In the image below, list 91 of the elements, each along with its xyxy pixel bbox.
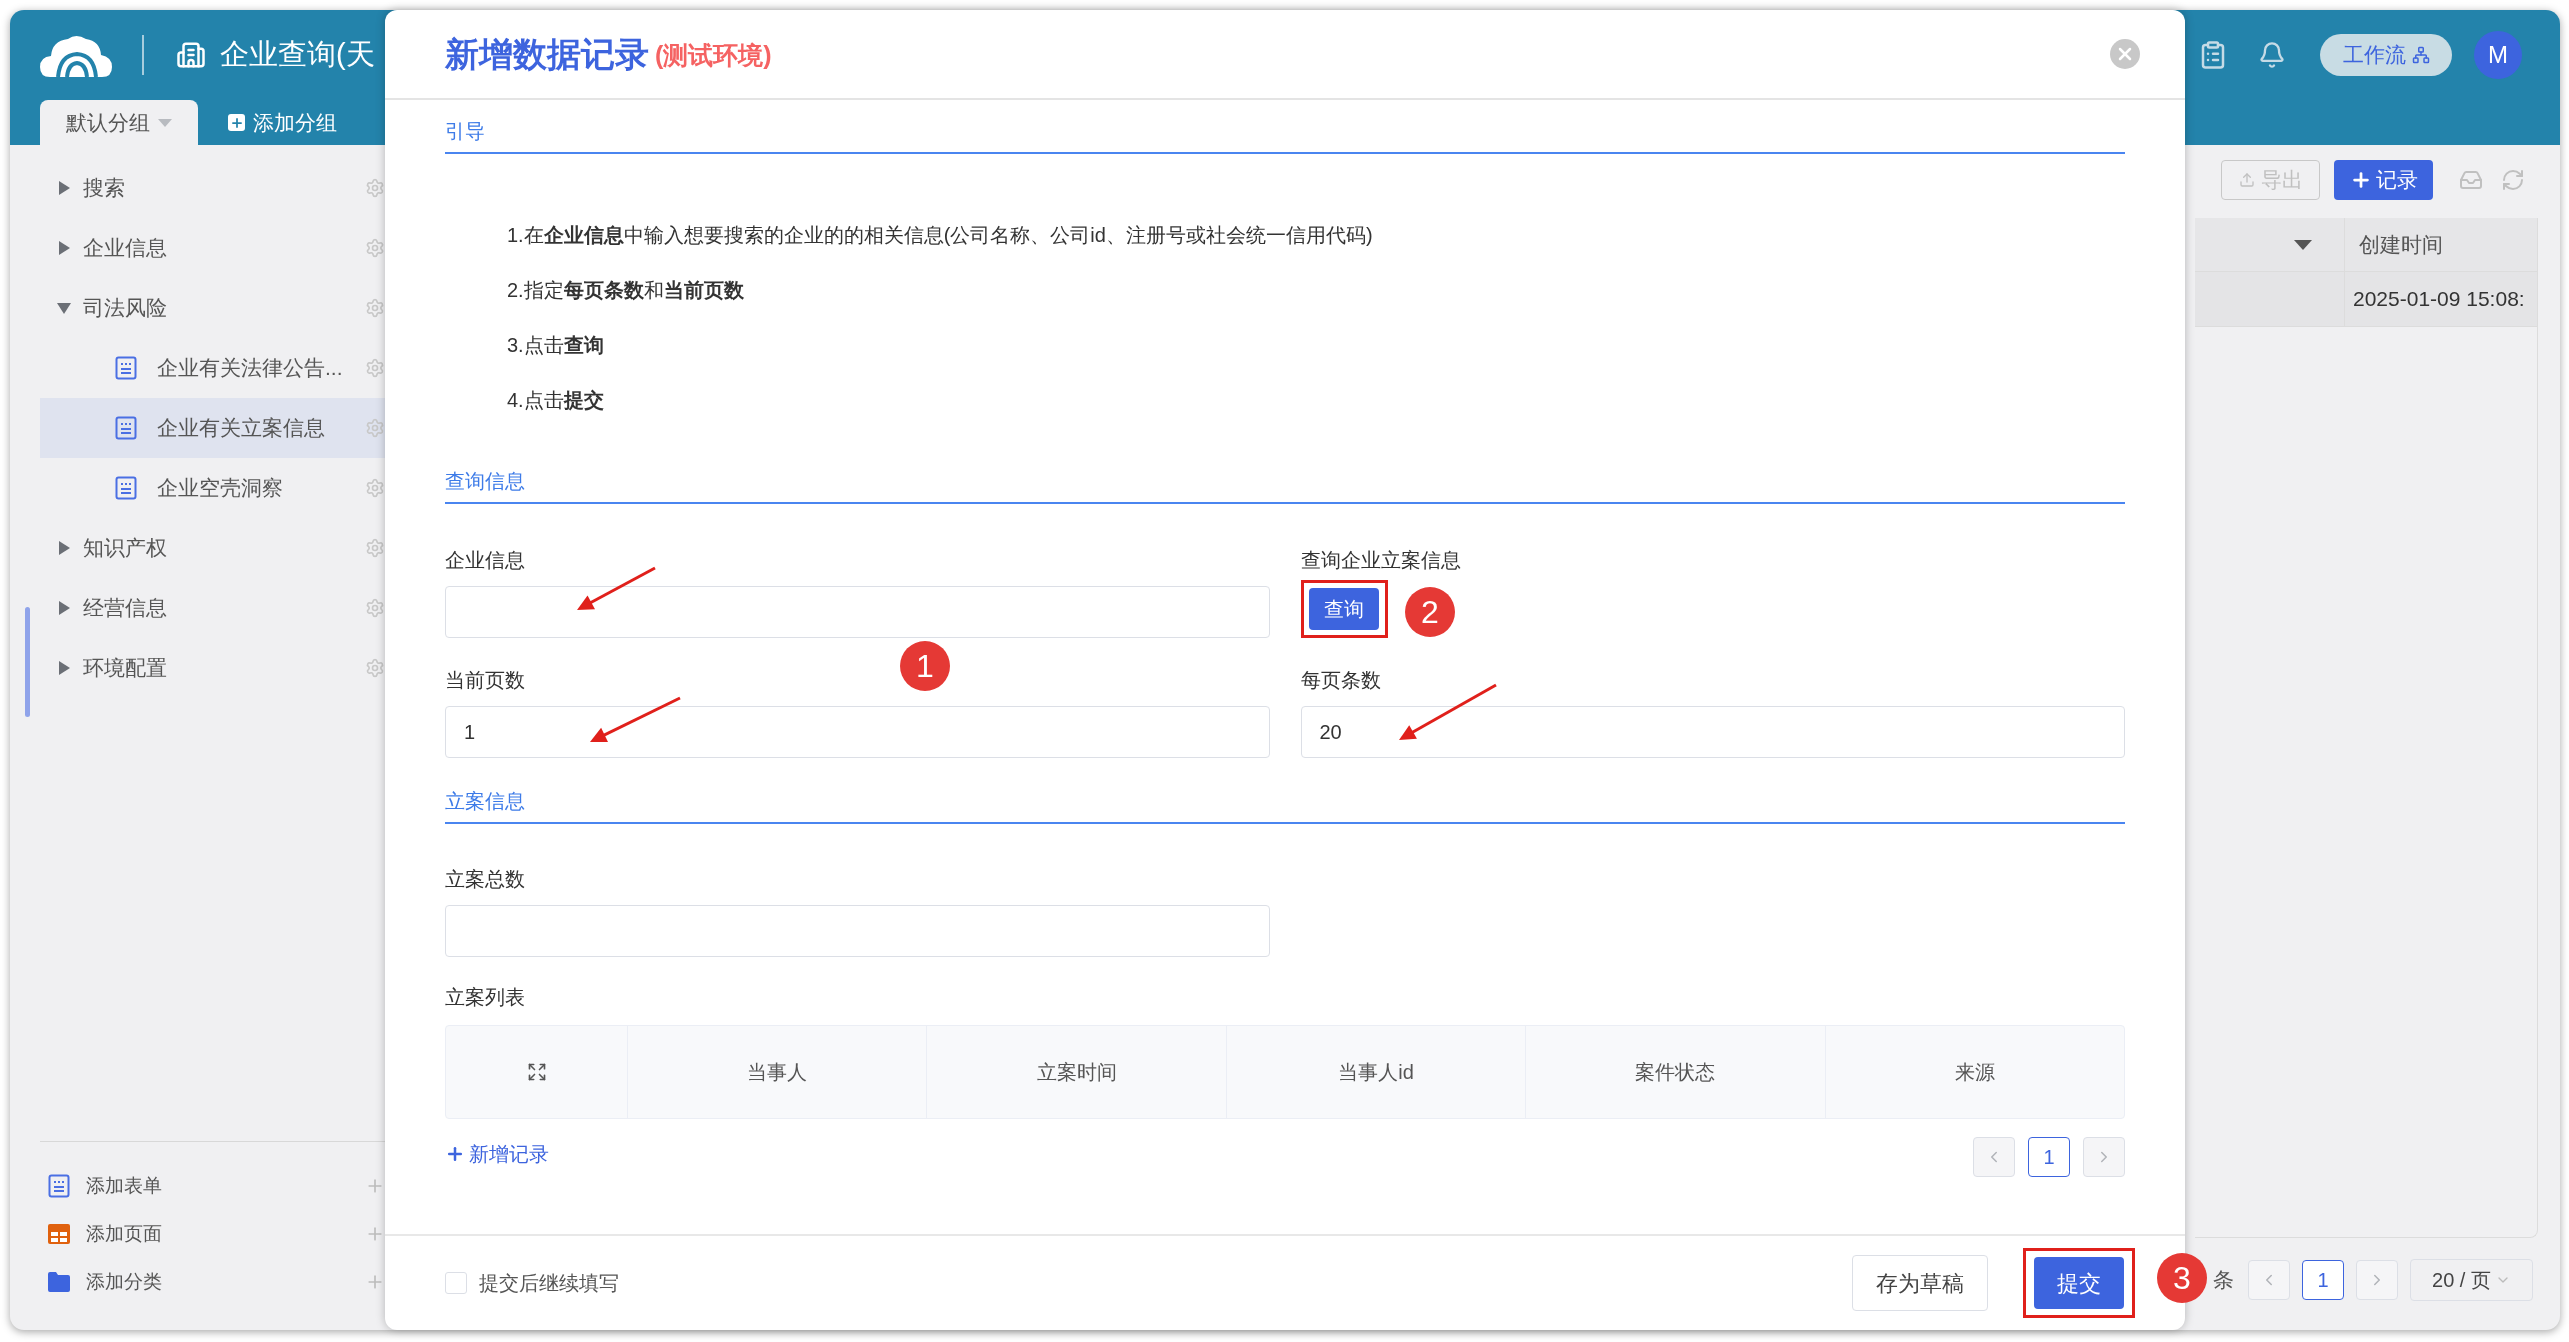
next-page-button[interactable] [2356,1260,2398,1300]
sidebar-item[interactable]: 企业信息 [40,218,385,278]
logo-icon [40,33,112,77]
table-cell-text: 2025-01-09 15:08: [2353,286,2525,313]
sidebar-item[interactable]: 搜索 [40,158,385,218]
table-icon [48,1224,70,1244]
sidebar-item[interactable]: 司法风险 [40,278,385,338]
add-record-link[interactable]: 新增记录 [445,1139,549,1169]
gear-icon[interactable] [365,538,385,558]
close-button[interactable] [2110,39,2140,69]
column-header: 案件状态 [1635,1060,1716,1085]
caret-icon[interactable] [57,600,71,616]
add-action-item[interactable]: 添加页面 [40,1210,385,1258]
environment-tag: (测试环境) [655,37,772,75]
caret-icon[interactable] [57,540,71,556]
caret-icon[interactable] [57,660,71,676]
gear-icon[interactable] [365,598,385,618]
gear-icon[interactable] [365,658,385,678]
previous-page-button[interactable] [1973,1137,2015,1177]
previous-page-button[interactable] [2248,1260,2290,1300]
gear-icon[interactable] [365,298,385,318]
column-header: 当事人 [747,1060,808,1085]
dropdown-icon [158,118,172,127]
form-icon [115,356,137,380]
sidebar-item[interactable]: 企业有关立案信息 [40,398,385,458]
refresh-icon[interactable] [2501,168,2525,192]
section-heading: 查询信息 [445,470,525,492]
field-label: 企业信息 [445,548,526,573]
page-button[interactable]: 1 [2302,1260,2344,1300]
checkbox-label: 提交后继续填写 [479,1271,619,1296]
save-draft-button[interactable]: 存为草稿 [1852,1255,1988,1311]
input-field[interactable]: 1 [445,706,1270,758]
guide-step: 4.点击提交 [507,373,2125,428]
column-header: 当事人id [1338,1060,1414,1085]
column-header: 立案时间 [1036,1060,1117,1085]
sidebar-item[interactable]: 企业有关法律公告... [40,338,385,398]
building-icon [176,40,206,70]
checkbox[interactable] [445,1272,467,1294]
field-label: 立案列表 [445,985,526,1010]
guide-step: 2.指定每页条数和当前页数 [507,263,2125,318]
workflow-button[interactable]: 工作流 [2320,34,2452,76]
sort-icon[interactable] [2294,239,2312,250]
field-label: 立案总数 [445,867,526,892]
caret-icon[interactable] [57,240,71,256]
add-record-button[interactable]: 记录 [2334,160,2433,200]
sidebar-item[interactable]: 环境配置 [40,638,385,698]
column-header[interactable]: 创建时间 [2359,228,2443,261]
add-group-button[interactable]: 添加分组 [228,100,337,145]
input-field[interactable]: 20 [1300,706,2125,758]
gear-icon[interactable] [365,178,385,198]
record-count: 条 [2213,1267,2234,1294]
gear-icon[interactable] [365,418,385,438]
page-size-select[interactable]: 20 / 页 [2410,1259,2533,1301]
sidebar-item[interactable]: 企业空壳洞察 [40,458,385,518]
input-field[interactable] [445,586,1270,638]
app-title: 企业查询(天 [220,37,375,73]
gear-icon[interactable] [365,358,385,378]
submit-button[interactable]: 提交 [2034,1257,2124,1309]
form-icon [115,416,137,440]
guide-step: 1.在企业信息中输入想要搜索的企业的的相关信息(公司名称、公司id、注册号或社会统一信用代码) [507,208,2125,263]
column-header: 来源 [1954,1060,1995,1085]
hierarchy-icon [2411,46,2430,64]
gear-icon[interactable] [365,478,385,498]
gear-icon[interactable] [365,238,385,258]
caret-icon[interactable] [57,180,71,196]
field-label: 每页条数 [1300,668,1382,693]
input-field[interactable] [445,905,1270,957]
caret-icon[interactable] [56,301,72,315]
section-heading: 引导 [445,120,485,142]
form-icon [115,476,137,500]
dialog-title: 新增数据记录 [445,33,649,75]
sidebar-item[interactable]: 知识产权 [40,518,385,578]
inbox-icon[interactable] [2459,168,2483,192]
query-button[interactable]: 查询 [1309,588,1379,630]
next-page-button[interactable] [2083,1137,2125,1177]
sidebar-item[interactable]: 经营信息 [40,578,385,638]
notification-icon[interactable] [2258,41,2286,69]
group-tab[interactable]: 默认分组 [40,100,198,145]
page-button[interactable]: 1 [2028,1137,2070,1177]
user-avatar[interactable]: M [2474,31,2522,79]
expand-icon[interactable] [526,1062,547,1082]
upload-icon [2238,172,2255,188]
section-heading: 立案信息 [445,790,525,812]
folder-icon [48,1272,70,1292]
guide-step: 3.点击查询 [507,318,2125,373]
plus-icon [445,1144,465,1164]
form-icon [48,1174,70,1198]
plus-icon [228,114,245,131]
field-label: 查询企业立案信息 [1300,548,1462,573]
add-action-item[interactable]: 添加分类 [40,1258,385,1306]
add-action-item[interactable]: 添加表单 [40,1162,385,1210]
